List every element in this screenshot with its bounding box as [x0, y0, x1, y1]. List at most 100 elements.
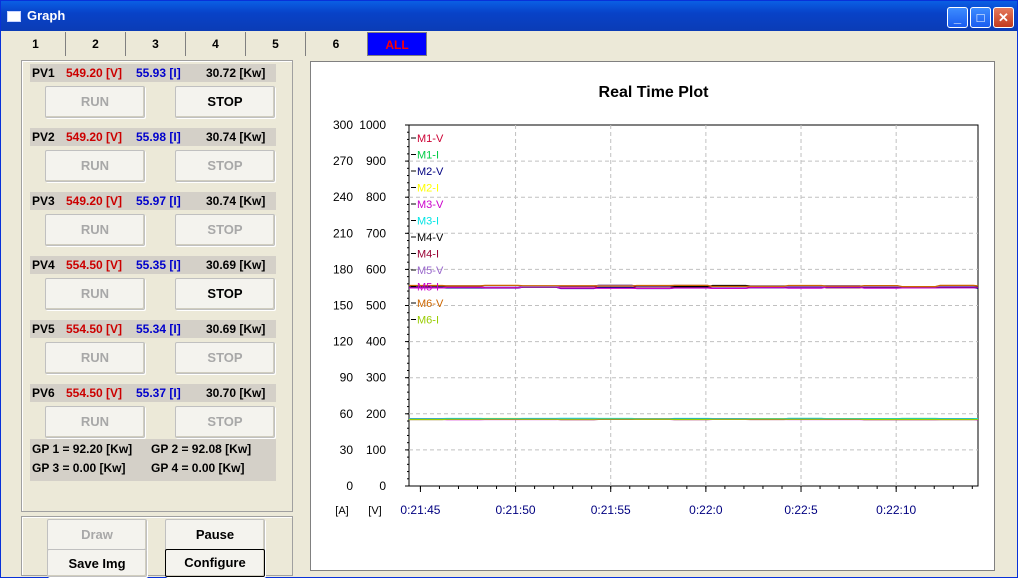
y-tick-label-current: 60: [340, 407, 354, 421]
run-button[interactable]: RUN: [45, 406, 145, 438]
plot-panel: Real Time Plot 0 0 30 100 60 200 90 300 120 400 15…: [310, 61, 995, 571]
tab-4[interactable]: 4: [186, 32, 246, 56]
close-button[interactable]: ✕: [993, 7, 1014, 28]
configure-button[interactable]: Configure: [165, 549, 265, 577]
legend-entry-m6-v: M6-V: [417, 298, 444, 310]
minimize-icon: _: [953, 10, 962, 25]
window-title: Graph: [27, 8, 66, 23]
legend-entry-m3-i: M3-I: [417, 216, 439, 228]
pv-current: 55.97 [I]: [136, 194, 181, 208]
pv-name: PV1: [32, 66, 55, 80]
y-unit-voltage: [V]: [368, 505, 381, 517]
stop-button[interactable]: STOP: [175, 406, 275, 438]
y-tick-label-current: 30: [340, 443, 354, 457]
gp3-value: GP 3 = 0.00 [Kw]: [32, 461, 126, 475]
minimize-button[interactable]: _: [947, 7, 968, 28]
draw-button[interactable]: Draw: [47, 519, 147, 551]
stop-button[interactable]: STOP: [175, 86, 275, 118]
y-tick-label-current: 120: [333, 335, 353, 349]
pv-power: 30.72 [Kw]: [206, 66, 266, 80]
y-tick-label-current: 210: [333, 226, 353, 240]
stop-button[interactable]: STOP: [175, 214, 275, 246]
x-tick-label: 0:22:5: [784, 503, 818, 517]
pv-power: 30.69 [Kw]: [206, 322, 266, 336]
y-tick-label-current: 150: [333, 299, 353, 313]
pv-current: 55.37 [I]: [136, 386, 181, 400]
legend-entry-m5-v: M5-V: [417, 265, 444, 277]
pv-current: 55.98 [I]: [136, 130, 181, 144]
pv-name: PV3: [32, 194, 55, 208]
legend-entry-m2-v: M2-V: [417, 166, 444, 178]
legend-entry-m3-v: M3-V: [417, 199, 444, 211]
y-tick-label-current: 240: [333, 190, 353, 204]
stop-button[interactable]: STOP: [175, 278, 275, 310]
pv-name: PV5: [32, 322, 55, 336]
y-tick-label-voltage: 400: [366, 335, 386, 349]
y-tick-label-voltage: 1000: [359, 118, 386, 132]
pv-voltage: 549.20 [V]: [66, 194, 123, 208]
tab-6[interactable]: 6: [306, 32, 366, 56]
pv-current: 55.34 [I]: [136, 322, 181, 336]
run-button[interactable]: RUN: [45, 86, 145, 118]
pause-button[interactable]: Pause: [165, 519, 265, 551]
y-tick-label-voltage: 800: [366, 190, 386, 204]
tab-all[interactable]: ALL: [367, 32, 427, 56]
pv-status-row: PV1 549.20 [V] 55.93 [I] 30.72 [Kw]: [30, 64, 276, 82]
x-tick-label: 0:21:50: [496, 503, 536, 517]
gp1-value: GP 1 = 92.20 [Kw]: [32, 442, 133, 456]
y-tick-label-current: 0: [346, 479, 353, 493]
graph-window: Graph _ □ ✕ 1 2 3 4 5 6 ALL PV1 549.20 [V…: [0, 0, 1018, 578]
x-tick-label: 0:22:10: [876, 503, 916, 517]
pv-status-row: PV2 549.20 [V] 55.98 [I] 30.74 [Kw]: [30, 128, 276, 146]
y-tick-label-voltage: 200: [366, 407, 386, 421]
pv-name: PV2: [32, 130, 55, 144]
y-tick-label-current: 270: [333, 154, 353, 168]
y-tick-label-current: 180: [333, 262, 353, 276]
y-tick-label-voltage: 500: [366, 299, 386, 313]
pv-name: PV4: [32, 258, 55, 272]
x-tick-label: 0:22:0: [689, 503, 723, 517]
legend-entry-m5-i: M5-I: [417, 282, 439, 294]
window-icon: [7, 11, 21, 22]
tab-3[interactable]: 3: [126, 32, 186, 56]
pv-name: PV6: [32, 386, 55, 400]
legend-entry-m4-i: M4-I: [417, 249, 439, 261]
run-button[interactable]: RUN: [45, 278, 145, 310]
stop-button[interactable]: STOP: [175, 150, 275, 182]
x-tick-label: 0:21:55: [591, 503, 631, 517]
maximize-button[interactable]: □: [970, 7, 991, 28]
pv-power: 30.70 [Kw]: [206, 386, 266, 400]
real-time-plot: 0 0 30 100 60 200 90 300 120 400 150 500 180 600 210 70…: [333, 118, 979, 517]
pv-current: 55.93 [I]: [136, 66, 181, 80]
y-tick-label-current: 300: [333, 118, 353, 132]
stop-button[interactable]: STOP: [175, 342, 275, 374]
tab-5[interactable]: 5: [246, 32, 306, 56]
pv-status-row: PV3 549.20 [V] 55.97 [I] 30.74 [Kw]: [30, 192, 276, 210]
pv-status-row: PV5 554.50 [V] 55.34 [I] 30.69 [Kw]: [30, 320, 276, 338]
y-unit-current: [A]: [335, 505, 348, 517]
tab-1[interactable]: 1: [6, 32, 66, 56]
title-bar[interactable]: Graph _ □ ✕: [1, 1, 1017, 31]
pv-voltage: 554.50 [V]: [66, 386, 123, 400]
y-tick-label-voltage: 0: [379, 479, 386, 493]
tab-2[interactable]: 2: [66, 32, 126, 56]
pv-voltage: 554.50 [V]: [66, 322, 123, 336]
pv-current: 55.35 [I]: [136, 258, 181, 272]
y-tick-label-voltage: 900: [366, 154, 386, 168]
pv-voltage: 549.20 [V]: [66, 66, 123, 80]
run-button[interactable]: RUN: [45, 150, 145, 182]
run-button[interactable]: RUN: [45, 342, 145, 374]
pv-power: 30.74 [Kw]: [206, 194, 266, 208]
x-tick-label: 0:21:45: [400, 503, 440, 517]
pv-voltage: 549.20 [V]: [66, 130, 123, 144]
pv-power: 30.74 [Kw]: [206, 130, 266, 144]
close-icon: ✕: [998, 10, 1009, 25]
y-tick-label-current: 90: [340, 371, 354, 385]
pv-voltage: 554.50 [V]: [66, 258, 123, 272]
pv-status-row: PV6 554.50 [V] 55.37 [I] 30.70 [Kw]: [30, 384, 276, 402]
gp2-value: GP 2 = 92.08 [Kw]: [151, 442, 252, 456]
run-button[interactable]: RUN: [45, 214, 145, 246]
pv-power: 30.69 [Kw]: [206, 258, 266, 272]
pv-status-row: PV4 554.50 [V] 55.35 [I] 30.69 [Kw]: [30, 256, 276, 274]
save-img-button[interactable]: Save Img: [47, 549, 147, 577]
